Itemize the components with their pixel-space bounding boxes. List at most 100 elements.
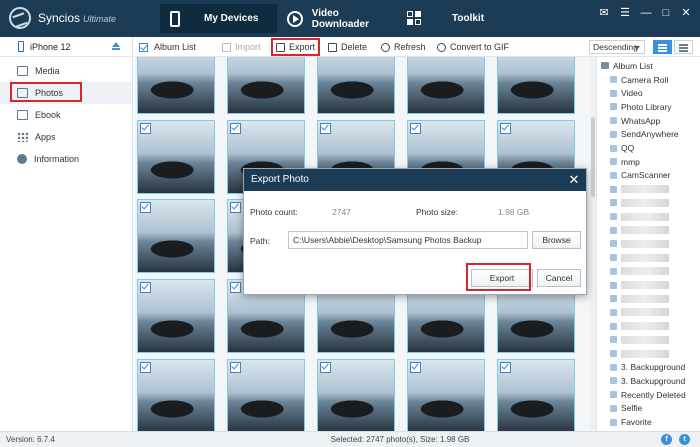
album-item-label: Favorite [621,417,652,427]
browse-button[interactable]: Browse [532,231,581,249]
album-item[interactable]: CamScanner [597,169,700,182]
grid-view-button[interactable] [653,40,672,54]
select-all-checkbox[interactable] [139,42,148,52]
tab-video-downloader-label: Video Downloader [311,7,369,30]
photo-thumbnail[interactable] [407,57,485,114]
version-text: Version: 6.7.4 [6,435,55,444]
album-item-label: Photo Library [621,101,672,112]
album-item[interactable] [597,347,700,360]
album-item[interactable] [597,210,700,223]
sidebar-item-media[interactable]: Media [0,60,132,82]
photo-thumbnail[interactable] [227,359,305,431]
maximize-icon[interactable]: □ [658,5,674,21]
album-item[interactable]: WhatsApp [597,114,700,127]
highlight-photos [10,82,82,102]
dialog-title: Export Photo [251,174,309,185]
album-icon [610,185,617,193]
photo-count-label: Photo count: [250,207,298,217]
album-item[interactable] [597,224,700,237]
album-item-blurred [621,212,669,221]
photo-thumbnail[interactable] [137,199,215,273]
photo-thumbnail[interactable] [497,359,575,431]
album-item[interactable]: Recently Deleted [597,388,700,401]
photo-size-value: 1.98 GB [498,207,530,217]
eject-icon[interactable] [112,42,120,50]
list-view-button[interactable] [674,40,693,54]
play-icon [287,10,303,27]
album-item[interactable] [597,320,700,333]
photo-thumbnail[interactable] [497,57,575,114]
facebook-icon[interactable]: f [661,434,672,445]
album-item[interactable]: Camera Roll [597,73,700,86]
device-selector[interactable]: iPhone 12 [0,37,132,57]
album-item[interactable] [597,237,700,250]
dialog-close-icon[interactable]: ✕ [567,169,581,191]
ebook-icon [17,110,28,120]
album-item-label: Camera Roll [621,74,669,85]
twitter-icon[interactable]: t [679,434,690,445]
scrollbar-thumb[interactable] [591,117,595,197]
album-item[interactable]: mmp [597,155,700,168]
sidebar-item-apps[interactable]: Apps [0,126,132,148]
album-item[interactable] [597,292,700,305]
convert-gif-label: Convert to GIF [450,42,510,52]
tab-my-devices[interactable]: My Devices [160,4,277,33]
album-item[interactable]: 3. Backupground [597,374,700,387]
album-item[interactable] [597,251,700,264]
menu-icon[interactable]: ☰ [617,5,633,21]
photo-thumbnail[interactable] [407,359,485,431]
album-item-blurred [621,322,669,331]
album-icon [610,158,617,166]
album-item[interactable] [597,333,700,346]
chat-icon[interactable]: ✉ [596,5,612,21]
album-icon [610,89,617,97]
album-item[interactable] [597,196,700,209]
minimize-icon[interactable]: — [638,5,654,21]
album-item-blurred [621,198,669,207]
album-list-header[interactable]: Album List [597,59,700,72]
sidebar-item-ebook[interactable]: Ebook [0,104,132,126]
sort-select[interactable]: Descending [589,40,645,54]
album-icon [610,336,617,344]
tab-toolkit[interactable]: Toolkit [407,4,497,33]
photo-thumbnail[interactable] [137,57,215,114]
album-item-blurred [621,226,669,235]
album-icon [610,130,617,138]
sidebar-item-label: Information [34,154,80,164]
convert-gif-button[interactable]: Convert to GIF [437,40,509,54]
album-item[interactable]: Photo Library [597,100,700,113]
album-item[interactable]: 3. Backupground [597,361,700,374]
photo-thumbnail[interactable] [317,359,395,431]
highlight-dialog-export [466,263,531,291]
album-item[interactable]: SendAnywhere [597,128,700,141]
photo-thumbnail[interactable] [227,57,305,114]
path-field[interactable]: C:\Users\Abbie\Desktop\Samsung Photos Ba… [288,231,528,249]
album-item-blurred [621,253,669,262]
album-item[interactable]: Video [597,87,700,100]
tab-video-downloader[interactable]: Video Downloader [287,4,397,33]
photo-thumbnail[interactable] [137,279,215,353]
album-icon [610,213,617,220]
album-icon [610,199,617,207]
album-list-button[interactable]: Album List [139,40,196,54]
delete-button[interactable]: Delete [328,40,367,54]
album-item[interactable]: Favorite [597,416,700,429]
album-item[interactable] [597,279,700,292]
close-icon[interactable]: ✕ [678,5,694,21]
album-item[interactable]: QQ [597,142,700,155]
dialog-cancel-button[interactable]: Cancel [537,269,581,287]
app-name-text: Syncios [38,11,81,25]
sidebar-item-information[interactable]: Information [0,148,132,170]
album-item[interactable] [597,183,700,196]
album-item[interactable]: Selfie [597,402,700,415]
album-icon [610,144,617,152]
photo-thumbnail[interactable] [137,359,215,431]
album-item[interactable] [597,306,700,319]
refresh-button[interactable]: Refresh [381,40,426,54]
import-button[interactable]: Import [222,40,261,54]
photo-thumbnail[interactable] [317,57,395,114]
photo-thumbnail[interactable] [137,120,215,194]
syncios-logo-icon [9,7,31,29]
tab-my-devices-label: My Devices [204,13,259,24]
album-item[interactable] [597,265,700,278]
